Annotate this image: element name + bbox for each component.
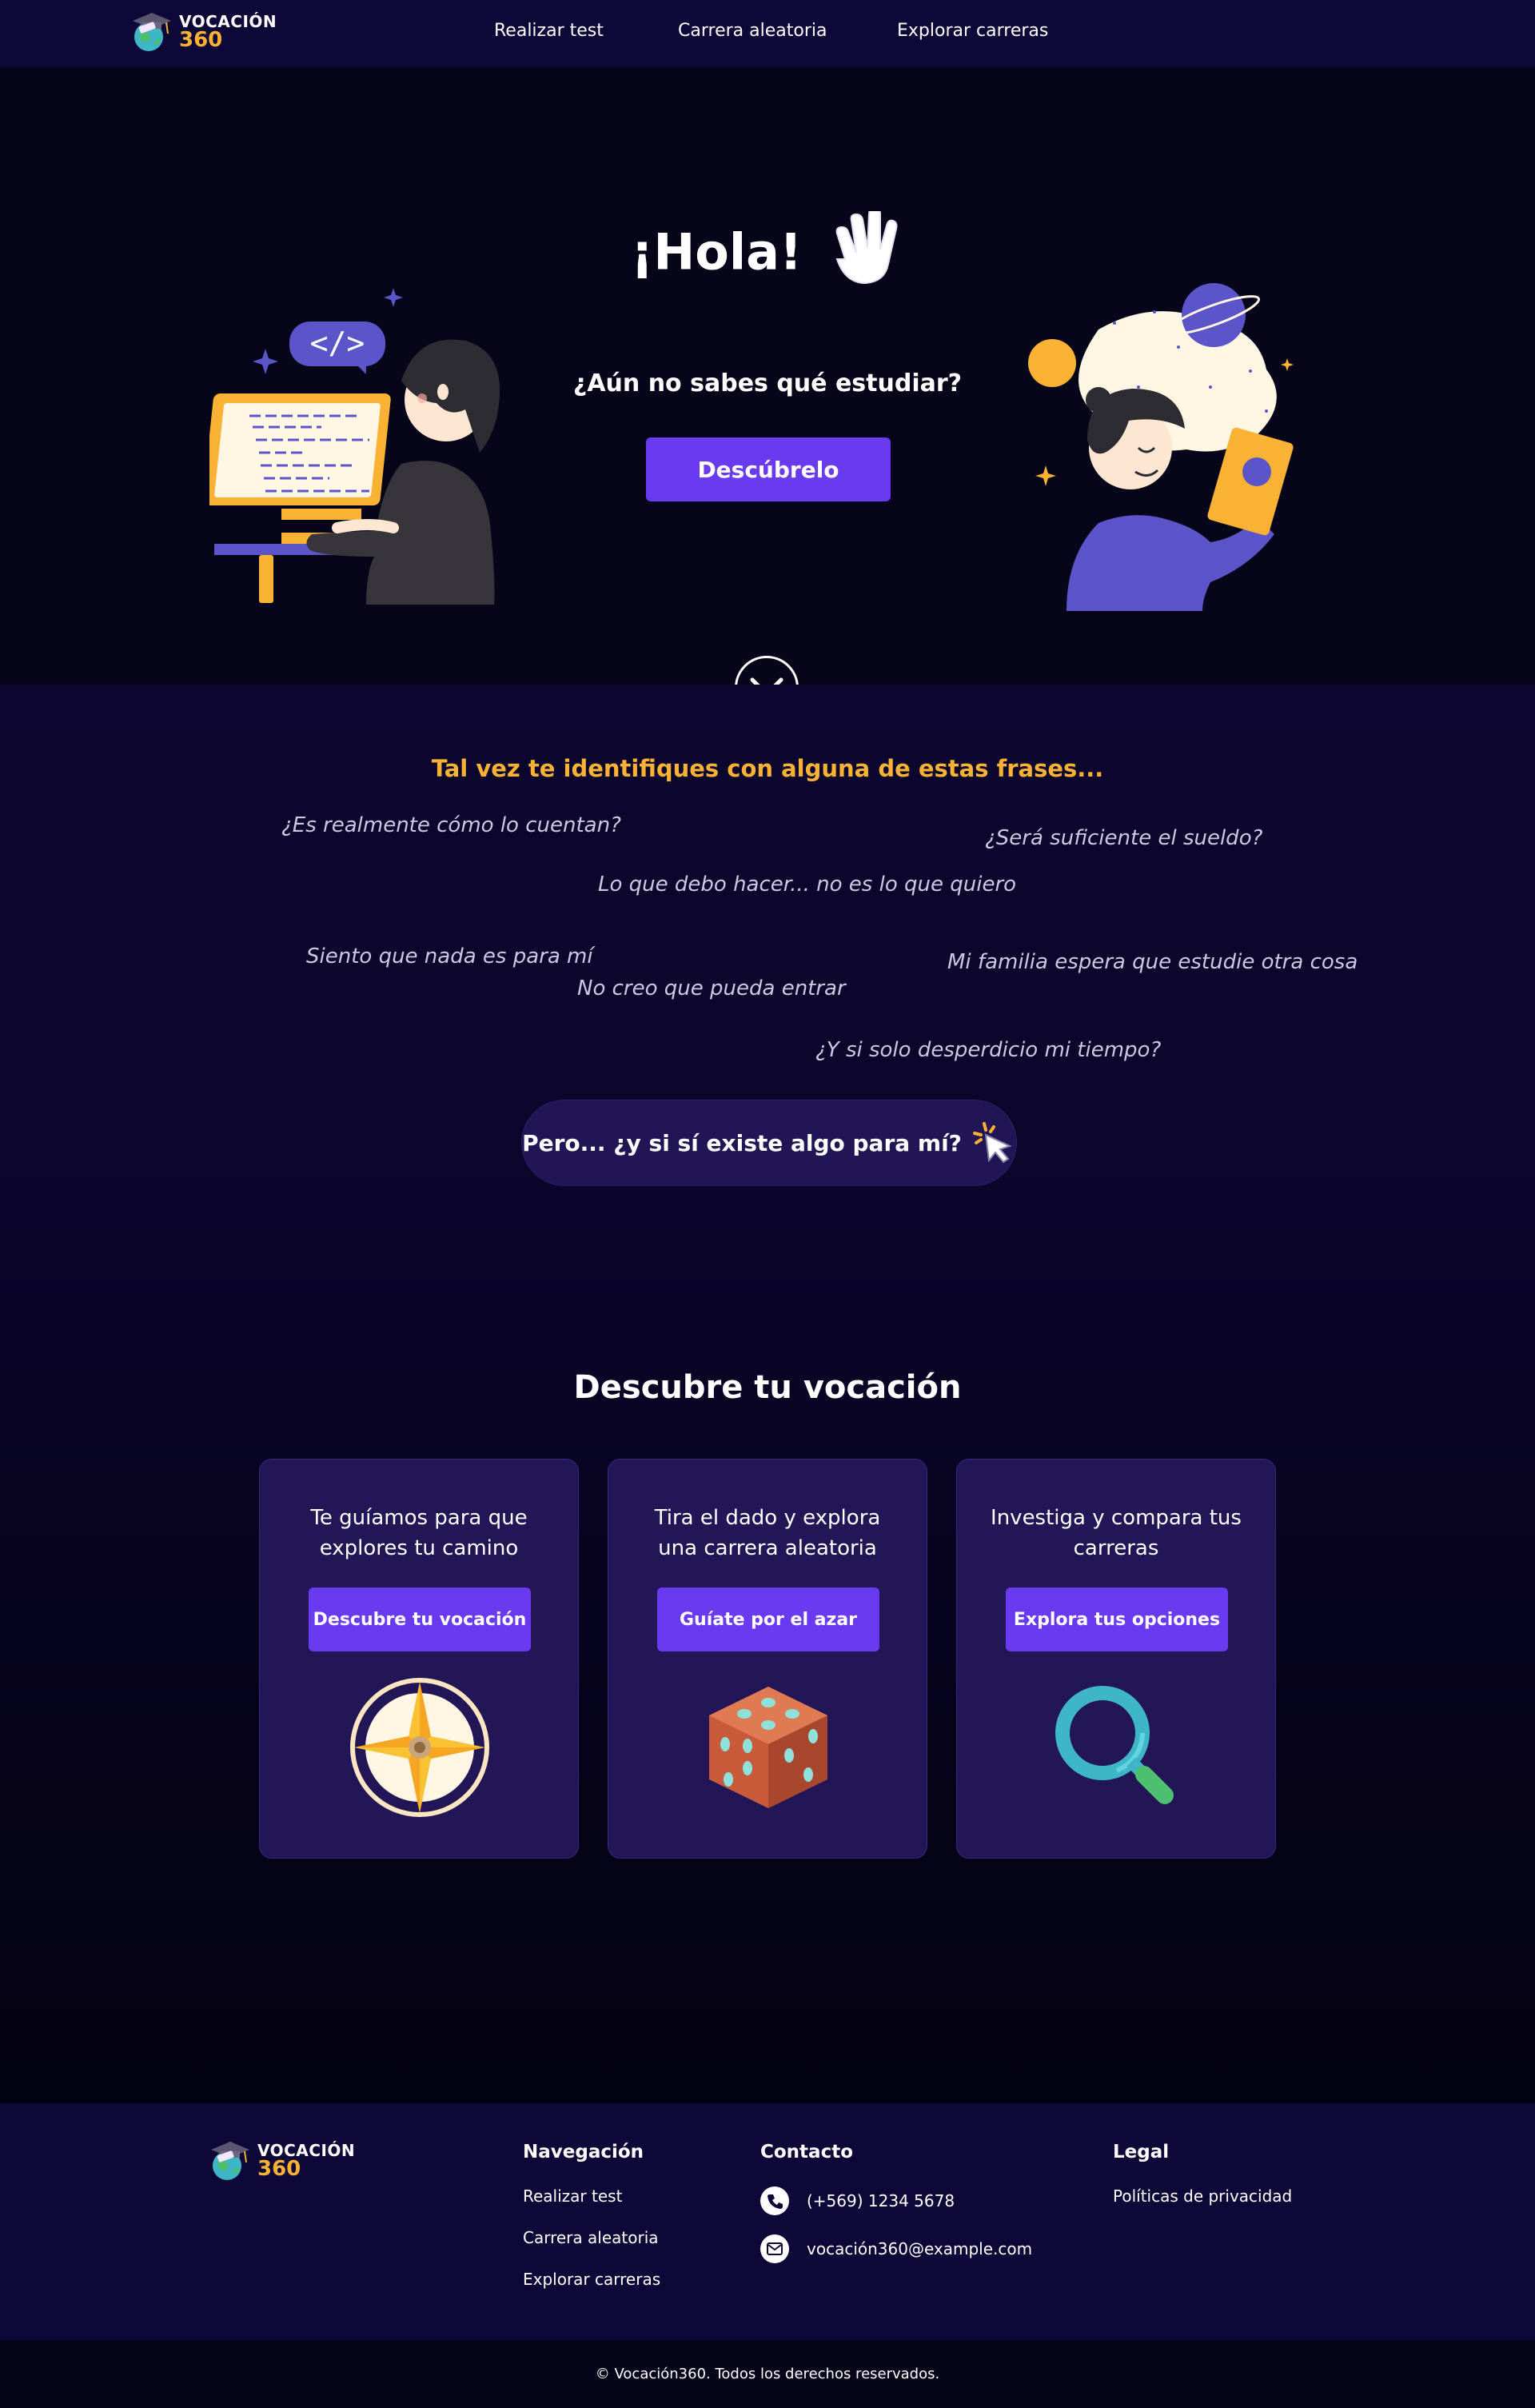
compass-icon [350,1678,489,1817]
brand-line2: 360 [179,28,223,52]
footer-contact-column: Contacto (+569) 1234 5678 vocación360@ex… [760,2142,1032,2282]
phrase-item: ¿Y si solo desperdicio mi tiempo? [815,1038,1162,1062]
vocation-card: Te guíamos para que explores tu camino D… [259,1459,579,1859]
phrase-item: Mi familia espera que estudie otra cosa [947,950,1358,974]
nav-carrera-aleatoria[interactable]: Carrera aleatoria [678,21,827,41]
svg-text:</>: </> [310,325,365,361]
explore-options-button[interactable]: Explora tus opciones [1006,1587,1228,1651]
brand-line2: 360 [257,2157,301,2181]
nav-explorar-carreras[interactable]: Explorar carreras [897,21,1048,41]
contact-phone[interactable]: (+569) 1234 5678 [760,2186,1032,2215]
cta-label: Pero... ¿y si sí existe algo para mí? [522,1129,962,1156]
discover-section: Descubre tu vocación Te guíamos para que… [0,1280,1535,2103]
card-text: Te guíamos para que explores tu camino [310,1506,528,1560]
cursor-click-icon [972,1122,1012,1164]
footer-contact-title: Contacto [760,2142,853,2162]
phrase-item: Siento que nada es para mí [306,944,593,968]
hero-section: </> ¡Hola! ¿Aún no sabes qué estudiar? D… [0,67,1535,720]
random-career-card: Tira el dado y explora una carrera aleat… [608,1459,927,1859]
brand-line1: VOCACIÓN [179,12,277,31]
programmer-illustration: </> [202,283,545,614]
footer-legal-title: Legal [1113,2142,1170,2162]
random-career-button[interactable]: Guíate por el azar [657,1587,879,1651]
globe-graduation-icon [128,10,173,54]
contact-email-text: vocación360@example.com [807,2239,1033,2258]
contact-email[interactable]: vocación360@example.com [760,2234,1032,2263]
phrases-title: Tal vez te identifiques con alguna de es… [431,755,1104,782]
reading-girl-illustration [1019,283,1338,614]
phone-icon [760,2186,789,2215]
footer-link-carrera-aleatoria[interactable]: Carrera aleatoria [523,2228,660,2247]
phrase-item: Lo que debo hacer... no es lo que quiero [598,873,1017,897]
footer-legal-column: Legal Políticas de privacidad [1113,2142,1292,2228]
phrase-item: ¿Es realmente cómo lo cuentan? [281,813,621,837]
footer-link-privacy[interactable]: Políticas de privacidad [1113,2186,1292,2206]
card-text: Investiga y compara tus carreras [991,1506,1242,1560]
magnifier-icon [1055,1686,1174,1804]
footer-link-realizar-test[interactable]: Realizar test [523,2186,660,2206]
card-text: Tira el dado y explora una carrera aleat… [654,1506,881,1560]
waving-hand-icon [827,206,904,300]
footer-nav-title: Navegación [523,2142,644,2162]
phrase-item: No creo que pueda entrar [577,976,846,1000]
mail-icon [760,2234,789,2263]
footer-brand-logo[interactable]: VOCACIÓN 360 [206,2138,355,2183]
phrase-item: ¿Será suficiente el sueldo? [985,826,1263,850]
discover-button[interactable]: Descúbrelo [646,437,891,501]
discover-vocation-button[interactable]: Descubre tu vocación [309,1587,531,1651]
footer: VOCACIÓN 360 Navegación Realizar test Ca… [0,2103,1535,2340]
cta-something-for-me-button[interactable]: Pero... ¿y si sí existe algo para mí? [521,1100,1017,1186]
contact-phone-text: (+569) 1234 5678 [807,2191,955,2210]
copyright: © Vocación360. Todos los derechos reserv… [0,2340,1535,2408]
nav-realizar-test[interactable]: Realizar test [494,21,604,41]
globe-graduation-icon [206,2138,251,2183]
brand-logo[interactable]: VOCACIÓN 360 [128,10,277,54]
brand-line1: VOCACIÓN [257,2141,356,2160]
top-navbar: VOCACIÓN 360 Realizar test Carrera aleat… [0,0,1535,67]
explore-careers-card: Investiga y compara tus carreras Explora… [956,1459,1276,1859]
footer-link-explorar-carreras[interactable]: Explorar carreras [523,2270,660,2289]
dice-icon [709,1687,827,1808]
footer-nav-column: Navegación Realizar test Carrera aleator… [523,2142,660,2311]
hero-title-text: ¡Hola! [631,222,803,282]
discover-title: Descubre tu vocación [573,1369,962,1406]
